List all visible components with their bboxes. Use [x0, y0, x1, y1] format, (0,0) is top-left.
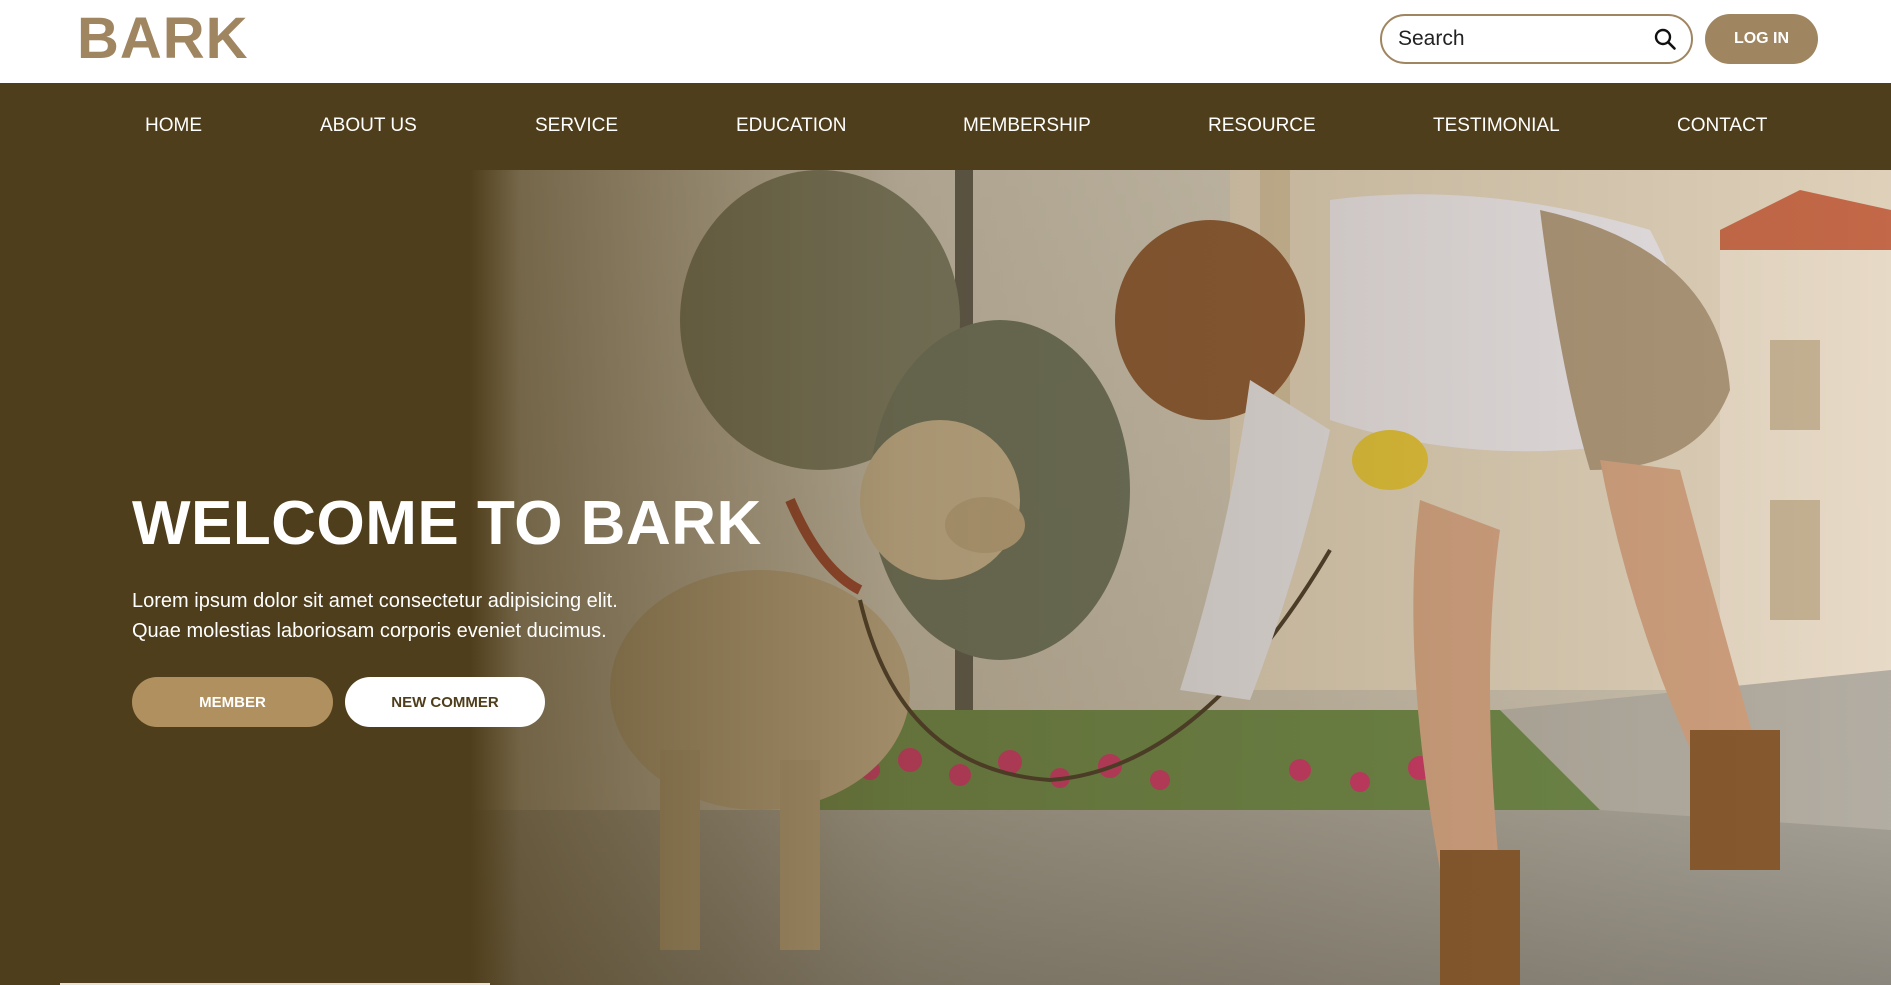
search-icon[interactable] [1653, 27, 1677, 51]
site-header: BARK LOG IN [0, 0, 1891, 83]
hero-section: WELCOME TO BARK Lorem ipsum dolor sit am… [0, 170, 1891, 985]
member-button[interactable]: MEMBER [132, 677, 333, 727]
nav-item-service[interactable]: SERVICE [535, 115, 618, 137]
search-input[interactable] [1398, 27, 1638, 51]
nav-item-resource[interactable]: RESOURCE [1208, 115, 1316, 137]
main-nav: HOME ABOUT US SERVICE EDUCATION MEMBERSH… [0, 83, 1891, 170]
nav-item-home[interactable]: HOME [145, 115, 202, 137]
nav-item-testimonial[interactable]: TESTIMONIAL [1433, 115, 1560, 137]
hero-text-line-1: Lorem ipsum dolor sit amet consectetur a… [132, 590, 618, 612]
hero-text-line-2: Quae molestias laboriosam corporis eveni… [132, 620, 607, 642]
nav-item-membership[interactable]: MEMBERSHIP [963, 115, 1091, 137]
hero-title: WELCOME TO BARK [132, 489, 762, 558]
hero-overlay [0, 170, 1891, 985]
nav-item-education[interactable]: EDUCATION [736, 115, 846, 137]
login-button[interactable]: LOG IN [1705, 14, 1818, 64]
nav-item-about-us[interactable]: ABOUT US [320, 115, 417, 137]
nav-item-contact[interactable]: CONTACT [1677, 115, 1767, 137]
new-commer-button[interactable]: NEW COMMER [345, 677, 545, 727]
site-logo[interactable]: BARK [77, 8, 249, 70]
search-box [1380, 14, 1693, 64]
